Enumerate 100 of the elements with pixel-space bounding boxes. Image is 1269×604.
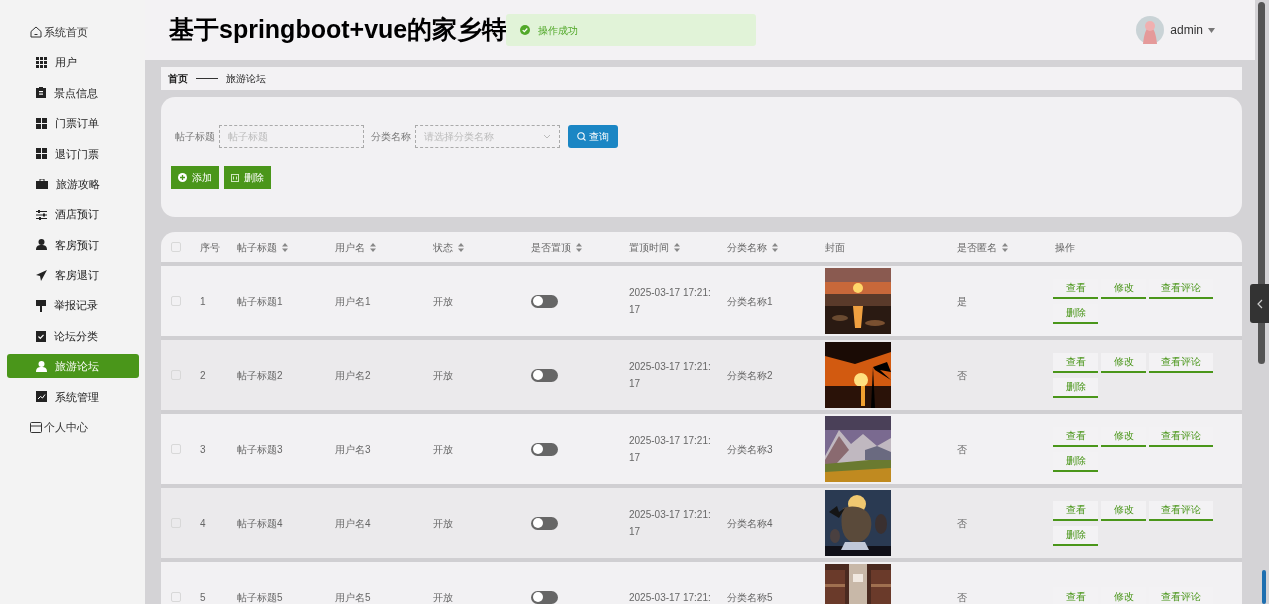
search-button[interactable]: 查询 xyxy=(568,125,618,148)
menu-item[interactable]: 用户 xyxy=(7,50,139,75)
sort-icon[interactable] xyxy=(1002,242,1008,252)
toggle-switch[interactable] xyxy=(531,294,558,308)
chevron-left-icon xyxy=(1256,298,1263,309)
table-cell-text: 否 xyxy=(957,590,967,604)
field-label: 分类名称 xyxy=(371,130,411,144)
page-title: 基于springboot+vue的家乡特 xyxy=(169,14,508,46)
clipboard-icon xyxy=(36,87,46,99)
table-cell-text: 2025-03-17 17:21:17 xyxy=(629,508,712,539)
table-cell-text: 分类名称2 xyxy=(727,368,773,383)
menu-item[interactable]: 景点信息 xyxy=(7,80,139,105)
toggle-switch[interactable] xyxy=(531,442,558,456)
table-cell-text: 5 xyxy=(200,590,206,604)
table-cell-text: 2025-03-17 17:21: xyxy=(629,590,711,604)
toggle-switch[interactable] xyxy=(531,368,558,382)
table-cell-text: 是 xyxy=(957,294,967,309)
column-header[interactable]: 状态 xyxy=(433,239,464,255)
field-label: 帖子标题 xyxy=(175,130,215,144)
column-header: 操作 xyxy=(1055,240,1075,255)
menu-item[interactable]: 个人中心 xyxy=(29,415,89,440)
action-button[interactable]: 删除 xyxy=(1053,525,1098,546)
breadcrumb-item[interactable]: 首页 xyxy=(168,71,188,86)
sort-icon[interactable] xyxy=(576,242,582,252)
paper-plane-icon xyxy=(36,269,47,281)
username[interactable]: admin xyxy=(1170,21,1203,39)
column-header[interactable]: 用户名 xyxy=(335,239,376,255)
table-cell-text: 开放 xyxy=(433,590,453,604)
column-header[interactable]: 是否匿名 xyxy=(957,239,1008,255)
sort-icon[interactable] xyxy=(458,242,464,252)
table-cell-text: 2025-03-17 17:21:17 xyxy=(629,360,712,391)
column-header[interactable]: 置顶时间 xyxy=(629,239,680,255)
menu-item[interactable]: 酒店预订 xyxy=(7,202,139,227)
table-cell-text: 分类名称4 xyxy=(727,516,773,531)
sort-icon[interactable] xyxy=(674,242,680,252)
menu-item[interactable]: 客房预订 xyxy=(7,232,139,257)
sort-icon[interactable] xyxy=(282,242,288,252)
plus-circle-icon xyxy=(178,173,187,182)
sort-icon[interactable] xyxy=(370,242,376,252)
menu-item[interactable]: 系统管理 xyxy=(7,384,139,409)
menu-item[interactable]: 门票订单 xyxy=(7,111,139,136)
sign-icon xyxy=(36,299,46,312)
delete-button[interactable]: 删除 xyxy=(224,166,271,189)
scroll-indicator xyxy=(1262,570,1266,604)
toggle-switch[interactable] xyxy=(531,516,558,530)
home-icon xyxy=(30,26,42,39)
side-toggle-button[interactable] xyxy=(1250,284,1269,323)
add-button[interactable]: 添加 xyxy=(171,166,219,189)
action-button[interactable]: 修改 xyxy=(1101,500,1146,521)
user-icon xyxy=(36,239,47,251)
checkbox[interactable] xyxy=(171,296,181,306)
breadcrumb-item: 旅游论坛 xyxy=(226,72,266,86)
toggle-switch[interactable] xyxy=(531,590,558,604)
id-card-icon xyxy=(30,421,42,433)
table-cell-text: 帖子标题2 xyxy=(237,368,283,383)
column-header[interactable]: 是否置顶 xyxy=(531,239,582,255)
checkbox[interactable] xyxy=(171,242,181,252)
tiles-icon xyxy=(36,117,47,129)
chevron-down-icon xyxy=(543,134,551,139)
column-header[interactable]: 帖子标题 xyxy=(237,239,288,255)
action-button[interactable]: 删除 xyxy=(1053,377,1098,398)
checkbox[interactable] xyxy=(171,592,181,602)
action-button[interactable]: 查看 xyxy=(1053,352,1098,373)
avatar xyxy=(1136,16,1165,44)
sort-icon[interactable] xyxy=(772,242,778,252)
action-button[interactable]: 查看评论 xyxy=(1149,500,1213,521)
table-cell-text: 开放 xyxy=(433,442,453,457)
table-cell-text: 否 xyxy=(957,516,967,531)
chart-icon xyxy=(36,391,47,403)
table-cell-text: 2025-03-17 17:21:17 xyxy=(629,434,712,465)
action-button[interactable]: 修改 xyxy=(1101,352,1146,373)
table-cell-text: 用户名2 xyxy=(335,368,371,383)
table-cell-text: 否 xyxy=(957,442,967,457)
table-cell-text: 否 xyxy=(957,368,967,383)
column-header[interactable]: 分类名称 xyxy=(727,239,778,255)
action-button[interactable]: 查看评论 xyxy=(1149,352,1213,373)
menu-item[interactable]: 旅游攻略 xyxy=(7,172,139,197)
menu-item[interactable]: 旅游论坛 xyxy=(7,354,139,379)
caret-icon xyxy=(1208,27,1215,33)
menu-item[interactable]: 论坛分类 xyxy=(7,324,139,349)
column-header: 序号 xyxy=(200,240,220,255)
success-icon xyxy=(520,25,530,35)
menu-item[interactable]: 举报记录 xyxy=(7,293,139,318)
table-cell-text: 帖子标题3 xyxy=(237,442,283,457)
table-cell-text: 分类名称1 xyxy=(727,294,773,309)
column-header: 封面 xyxy=(825,240,845,255)
table-cell-text: 帖子标题5 xyxy=(237,590,283,604)
menu-item[interactable]: 退订门票 xyxy=(7,141,139,166)
checkbox[interactable] xyxy=(171,444,181,454)
table-cell-text: 开放 xyxy=(433,368,453,383)
table-cell-text: 开放 xyxy=(433,516,453,531)
table-cell-text: 2025-03-17 17:21:17 xyxy=(629,286,712,317)
menu-item[interactable]: 客房退订 xyxy=(7,263,139,288)
table-cell-text: 开放 xyxy=(433,294,453,309)
table-cell-text: 分类名称3 xyxy=(727,442,773,457)
table-cell-text: 用户名5 xyxy=(335,590,371,604)
grid-icon xyxy=(36,57,47,69)
action-button[interactable]: 查看 xyxy=(1053,500,1098,521)
menu-item[interactable]: 系统首页 xyxy=(29,20,89,45)
table-cell-text: 用户名4 xyxy=(335,516,371,531)
